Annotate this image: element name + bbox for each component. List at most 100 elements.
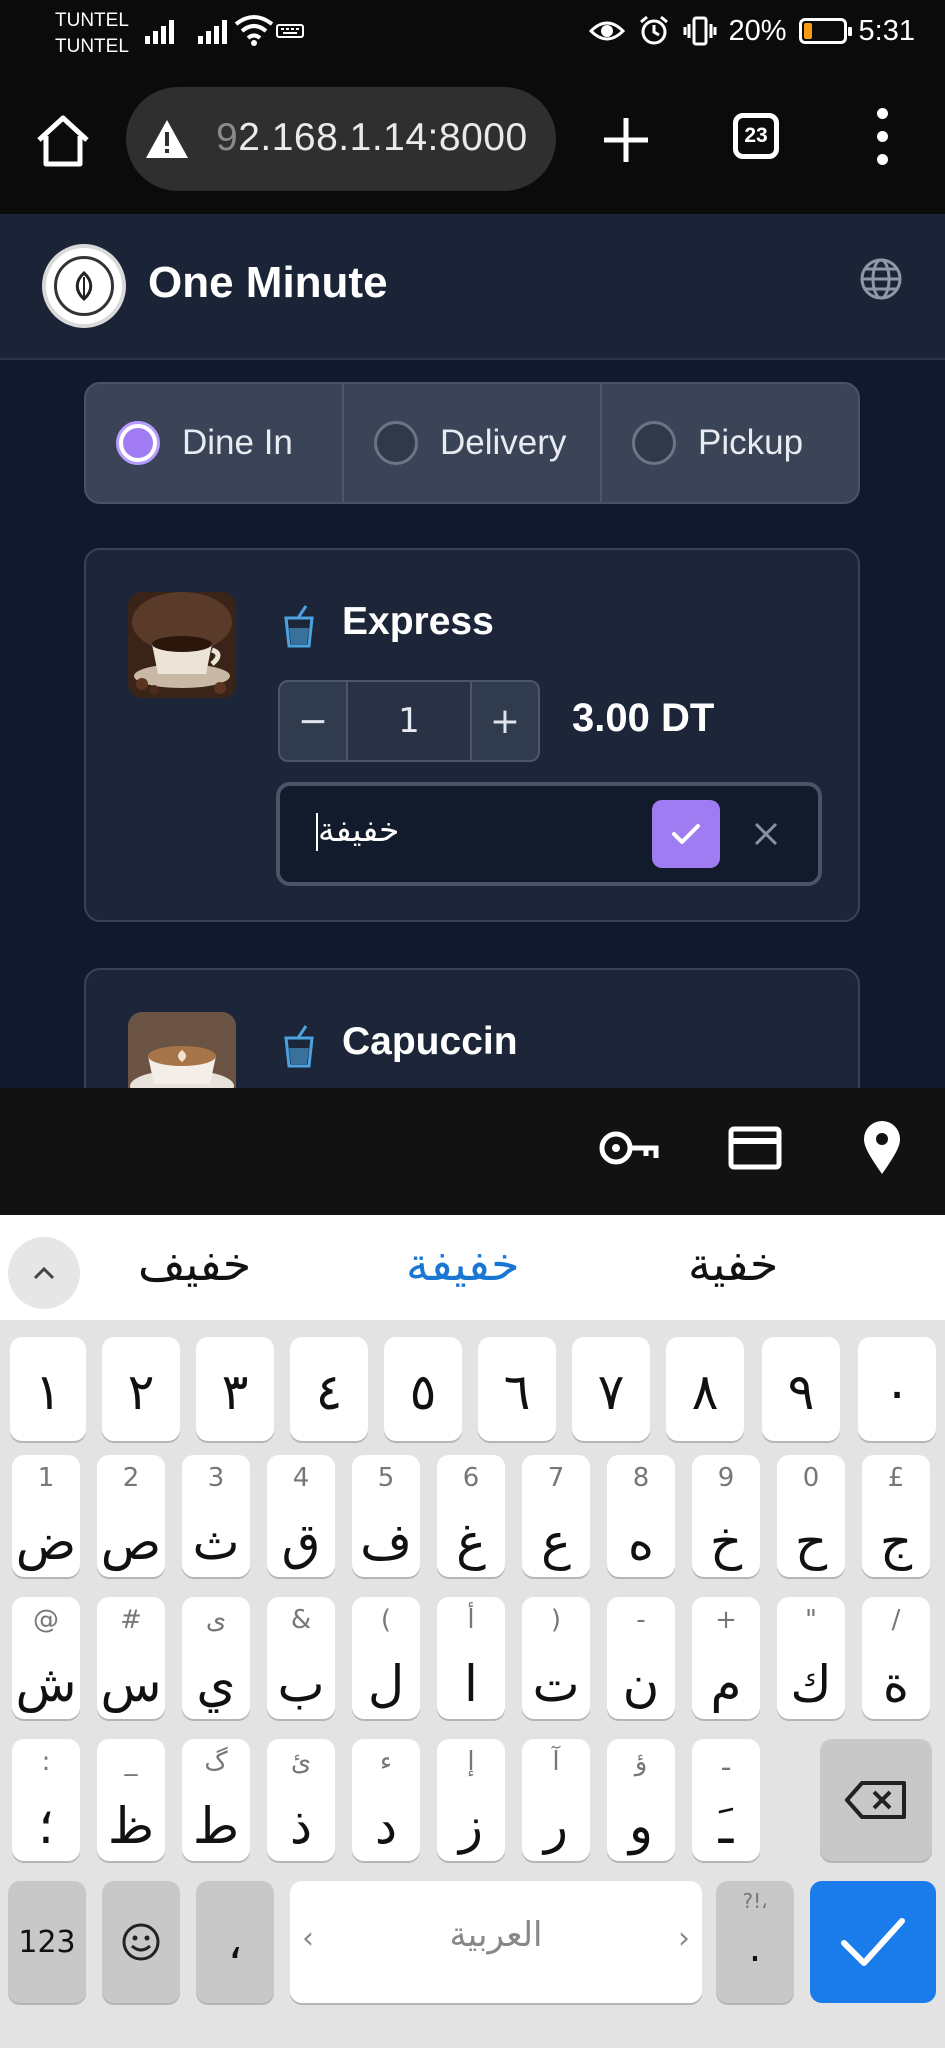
letter-row-3: : ؛ _ ظ گط ئذ ءد إز آر ؤو ـ ـَ [0, 1739, 945, 1863]
key-label: ط [192, 1797, 240, 1855]
item-price: 3.00 DT [572, 696, 715, 740]
key-digit[interactable]: ٩ [762, 1337, 840, 1441]
radio-icon[interactable] [374, 421, 418, 465]
order-type-selector: Dine In Delivery Pickup [84, 382, 860, 504]
url-rest: 2.168.1.14:8000 [238, 116, 528, 159]
decrement-button[interactable]: − [280, 682, 346, 760]
credit-card-icon[interactable] [728, 1126, 782, 1170]
key-letter[interactable]: 9خ [692, 1455, 760, 1577]
key-digit[interactable]: ٠ [858, 1337, 936, 1441]
key-letter[interactable]: @ ش [12, 1597, 80, 1719]
key-letter[interactable]: أا [437, 1597, 505, 1719]
vibrate-icon [683, 16, 716, 46]
key-letter[interactable]: 2ص [97, 1455, 165, 1577]
order-type-dine-in[interactable]: Dine In [86, 384, 344, 502]
checkmark-icon [841, 1918, 905, 1966]
symbols-key[interactable]: 123 [8, 1881, 86, 2003]
order-type-delivery[interactable]: Delivery [344, 384, 602, 502]
key-letter[interactable]: & ب [267, 1597, 335, 1719]
url-text[interactable]: 92.168.1.14:8000 [216, 116, 528, 160]
enter-key[interactable] [810, 1881, 936, 2003]
key-digit[interactable]: ٧ [572, 1337, 650, 1441]
key-letter[interactable]: 0ح [777, 1455, 845, 1577]
key-letter[interactable]: 6غ [437, 1455, 505, 1577]
backspace-key[interactable] [820, 1739, 932, 1861]
key-label: ن [622, 1655, 660, 1713]
brand-logo[interactable] [42, 244, 126, 328]
key-letter[interactable]: # س [97, 1597, 165, 1719]
period-key[interactable]: ?!،. [716, 1881, 794, 2003]
key-label: غ [456, 1513, 486, 1571]
key-letter[interactable]: ئذ [267, 1739, 335, 1861]
key-letter[interactable]: ءد [352, 1739, 420, 1861]
key-hint: إ [467, 1747, 475, 1777]
key-letter[interactable]: ؤو [607, 1739, 675, 1861]
suggestion-item[interactable]: خفيفة [406, 1237, 520, 1291]
clear-note-icon[interactable] [744, 812, 788, 856]
radio-selected-icon[interactable] [116, 421, 160, 465]
key-digit[interactable]: ٢ [102, 1337, 180, 1441]
key-letter[interactable]: " ك [777, 1597, 845, 1719]
key-letter[interactable]: : ؛ [12, 1739, 80, 1861]
key-letter[interactable]: ) ت [522, 1597, 590, 1719]
key-hint: ئ [290, 1747, 312, 1777]
key-hint: 0 [802, 1463, 820, 1493]
key-hint: ( [380, 1605, 392, 1635]
keyboard: خفيف خفيفة خفية ١ ٢ ٣ ٤ ٥ ٦ ٧ ٨ ٩ ٠ 1ض 2… [0, 1215, 945, 2048]
key-label: ر [543, 1797, 569, 1855]
key-letter[interactable]: 7ع [522, 1455, 590, 1577]
key-letter[interactable]: -ن [607, 1597, 675, 1719]
increment-button[interactable]: + [472, 682, 538, 760]
address-bar[interactable]: 92.168.1.14:8000 [126, 87, 556, 191]
key-letter[interactable]: _ ظ [97, 1739, 165, 1861]
key-letter[interactable]: 3ث [182, 1455, 250, 1577]
key-letter[interactable]: 1ض [12, 1455, 80, 1577]
home-icon[interactable] [34, 112, 92, 170]
location-pin-icon[interactable] [862, 1120, 902, 1176]
key-digit[interactable]: ٤ [290, 1337, 368, 1441]
key-hint: _ [124, 1747, 138, 1777]
key-letter[interactable]: + م [692, 1597, 760, 1719]
key-digit[interactable]: ٦ [478, 1337, 556, 1441]
order-type-pickup[interactable]: Pickup [602, 384, 858, 502]
key-digit[interactable]: ٣ [196, 1337, 274, 1441]
suggestion-item[interactable]: خفيف [138, 1237, 251, 1291]
key-hint: 8 [632, 1463, 650, 1493]
key-letter[interactable]: گط [182, 1739, 250, 1861]
key-letter[interactable]: ـ ـَ [692, 1739, 760, 1861]
suggestion-item[interactable]: خفية [688, 1237, 778, 1291]
key-letter[interactable]: إز [437, 1739, 505, 1861]
key-letter[interactable]: آر [522, 1739, 590, 1861]
key-letter[interactable]: £ ج [862, 1455, 930, 1577]
key-letter[interactable]: 4ق [267, 1455, 335, 1577]
key-digit[interactable]: ١ [10, 1337, 86, 1441]
key-label: ح [794, 1513, 828, 1571]
key-icon[interactable] [598, 1128, 660, 1168]
key-digit[interactable]: ٥ [384, 1337, 462, 1441]
collapse-toolbar-button[interactable] [8, 1237, 80, 1309]
item-note-field[interactable]: خفيفة [276, 782, 822, 886]
warning-icon[interactable] [144, 117, 190, 161]
emoji-key[interactable] [102, 1881, 180, 2003]
confirm-note-button[interactable] [652, 800, 720, 868]
note-input[interactable]: خفيفة [314, 810, 399, 851]
key-letter[interactable]: 8ه [607, 1455, 675, 1577]
radio-icon[interactable] [632, 421, 676, 465]
suggestion-bar: خفيف خفيفة خفية [0, 1215, 945, 1320]
key-letter[interactable]: ىي [182, 1597, 250, 1719]
smiley-icon [122, 1923, 160, 1961]
key-hint: # [120, 1605, 142, 1635]
key-label: . [748, 1925, 762, 1971]
drink-icon [284, 605, 314, 648]
more-menu-icon[interactable] [870, 108, 894, 176]
key-letter[interactable]: / ة [862, 1597, 930, 1719]
space-key[interactable]: ‹ العربية › [290, 1881, 702, 2003]
tab-switcher-button[interactable]: 23 [733, 113, 779, 159]
key-letter[interactable]: (ل [352, 1597, 420, 1719]
key-digit[interactable]: ٨ [666, 1337, 744, 1441]
new-tab-icon[interactable] [596, 110, 656, 170]
globe-icon[interactable] [858, 256, 904, 302]
key-letter[interactable]: 5ف [352, 1455, 420, 1577]
status-right: 20% 5:31 [588, 14, 915, 48]
comma-key[interactable]: ، [196, 1881, 274, 2003]
